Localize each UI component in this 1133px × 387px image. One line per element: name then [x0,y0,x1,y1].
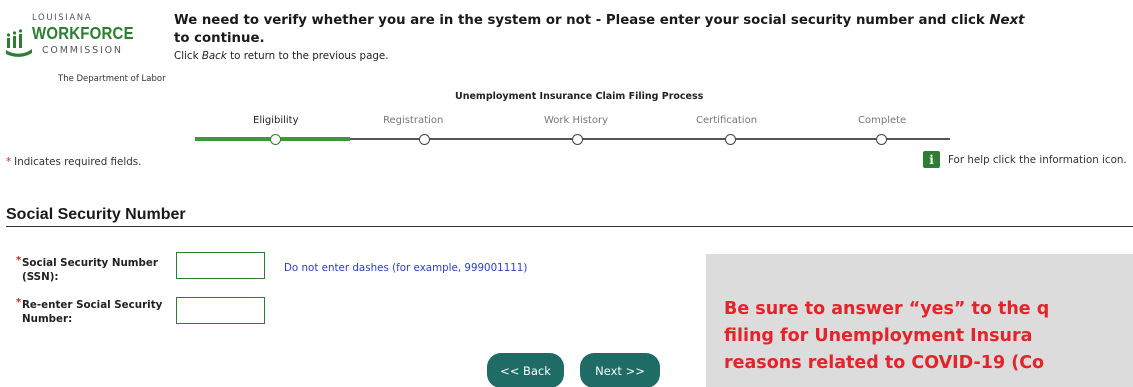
ssn-label: * Social Security Number (SSN): [16,255,158,283]
ssn-confirm-label: * Re-enter Social Security Number: [16,297,163,325]
step-dot-complete [876,134,887,145]
step-complete: Complete [858,115,907,126]
section-divider [6,226,1133,227]
required-fields-note: * Indicates required fields. [6,156,142,168]
info-icon[interactable]: i [923,151,940,168]
section-title: Social Security Number [6,206,186,223]
ssn-hint: Do not enter dashes (for example, 999001… [284,262,528,274]
page-subtitle: Click Back to return to the previous pag… [174,50,389,62]
logo-state-text: LOUISIANA [32,13,93,23]
step-dot-eligibility [270,134,281,145]
step-work-history: Work History [544,115,609,126]
help-hint: i For help click the information icon. [923,151,1127,168]
ssn-confirm-input[interactable] [176,297,265,324]
logo-name-text: WORKFORCE [32,24,134,44]
lwc-logo[interactable]: LOUISIANA WORKFORCE COMMISSION The Depar… [6,12,166,90]
logo-sub-text: COMMISSION [42,45,123,56]
step-dot-registration [419,134,430,145]
step-dot-work-history [572,134,583,145]
logo-dept-text: The Department of Labor [58,74,166,84]
help-text: For help click the information icon. [948,153,1127,166]
step-dot-certification [725,134,736,145]
notice-text: Be sure to answer “yes” to the q filing … [724,299,1050,373]
page-title: We need to verify whether you are in the… [174,13,1025,46]
next-button[interactable]: Next >> [580,353,660,387]
back-button[interactable]: << Back [487,353,564,387]
covid-notice: Be sure to answer “yes” to the q filing … [706,254,1133,387]
step-certification: Certification [696,115,758,126]
ssn-input[interactable] [176,252,265,279]
step-eligibility: Eligibility [253,115,299,126]
step-registration: Registration [383,115,444,126]
progress-title: Unemployment Insurance Claim Filing Proc… [455,91,704,102]
required-asterisk: * [6,156,12,168]
